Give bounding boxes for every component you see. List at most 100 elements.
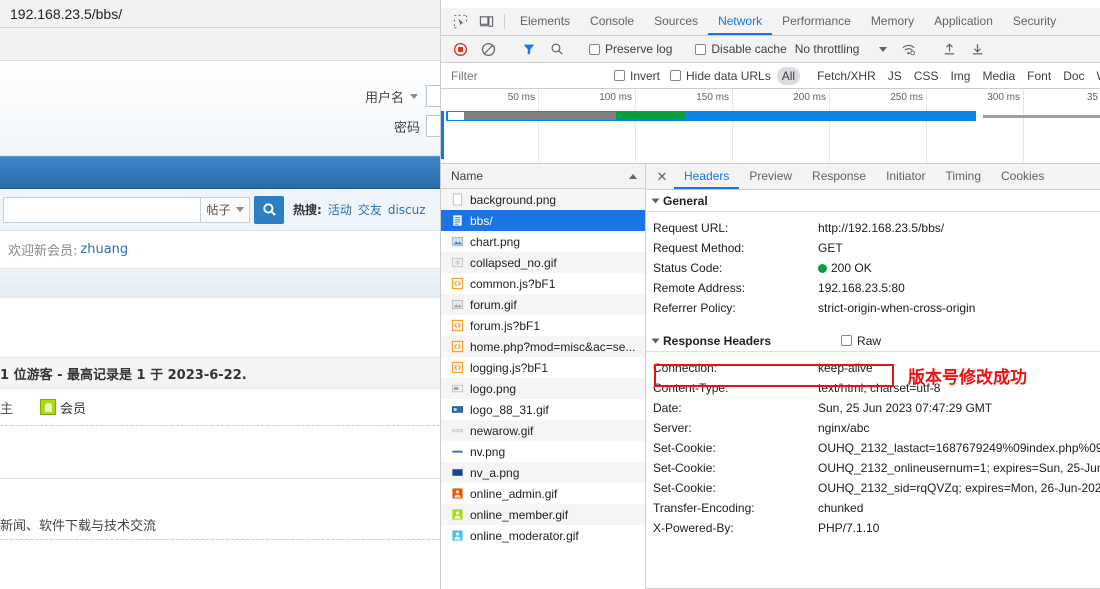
request-name: home.php?mod=misc&ac=se... (470, 339, 636, 354)
filter-type-doc[interactable]: Doc (1058, 67, 1089, 85)
request-row[interactable]: online_admin.gif (441, 483, 645, 504)
checkbox-box (695, 43, 707, 55)
invert-checkbox[interactable]: Invert (610, 69, 664, 83)
timeline-bar-tail (983, 115, 1100, 118)
forum-navbar[interactable] (0, 156, 440, 189)
filter-input[interactable] (449, 67, 608, 84)
request-name: online_moderator.gif (470, 528, 579, 543)
import-har-icon[interactable] (936, 42, 962, 57)
raw-label: Raw (857, 333, 882, 348)
detail-tab-headers[interactable]: Headers (674, 164, 740, 189)
request-row[interactable]: logo_88_31.gif (441, 399, 645, 420)
filter-type-img[interactable]: Img (945, 67, 975, 85)
chevron-down-icon (879, 46, 888, 52)
header-row: Status Code: 200 OK (646, 258, 1100, 278)
filter-type-js[interactable]: JS (883, 67, 907, 85)
request-list-header[interactable]: Name (441, 164, 645, 189)
welcome-username-link[interactable]: zhuang (80, 242, 128, 257)
search-button[interactable] (254, 195, 284, 224)
request-row[interactable]: common.js?bF1 (441, 273, 645, 294)
request-list-body: background.png bbs/ chart.png collapsed_… (441, 189, 645, 589)
devtools-topbar (441, 0, 1100, 8)
close-icon[interactable]: ✕ (650, 164, 674, 189)
request-row[interactable]: background.png (441, 189, 645, 210)
chevron-down-icon[interactable] (410, 93, 418, 99)
image-icon (452, 429, 463, 433)
request-row[interactable]: home.php?mod=misc&ac=se... (441, 336, 645, 357)
device-toolbar-icon[interactable] (473, 8, 499, 35)
hot-link-huodong[interactable]: 活动 (328, 201, 352, 218)
filter-type-ws[interactable]: WS (1092, 67, 1100, 85)
network-timeline-overview[interactable]: 50 ms 100 ms 150 ms 200 ms 250 ms 300 ms… (441, 89, 1100, 164)
network-conditions-icon[interactable] (895, 42, 921, 57)
inspect-element-icon[interactable] (447, 8, 473, 35)
tab-performance[interactable]: Performance (772, 8, 861, 35)
preserve-log-checkbox[interactable]: Preserve log (585, 42, 676, 56)
username-input[interactable] (426, 85, 440, 107)
forum-content-spacer (0, 298, 440, 358)
header-key: Referrer Policy: (653, 301, 736, 315)
filter-type-font[interactable]: Font (1022, 67, 1056, 85)
request-row[interactable]: forum.js?bF1 (441, 315, 645, 336)
detail-tab-initiator[interactable]: Initiator (876, 164, 935, 189)
forum-page: 用户名 密码 帖子 热搜: 活动 交友 discuz 欢迎新会员: zhuang… (0, 28, 440, 589)
request-row[interactable]: nv_a.png (441, 462, 645, 483)
search-input[interactable] (3, 196, 200, 223)
filter-type-media[interactable]: Media (977, 67, 1020, 85)
export-har-icon[interactable] (964, 42, 990, 57)
tab-sources[interactable]: Sources (644, 8, 708, 35)
tab-application[interactable]: Application (924, 8, 1003, 35)
tab-console[interactable]: Console (580, 8, 644, 35)
general-section-header[interactable]: General (646, 190, 1100, 212)
response-headers-section-header[interactable]: Response Headers Raw (646, 330, 1100, 352)
filter-type-css[interactable]: CSS (909, 67, 944, 85)
request-row[interactable]: chart.png (441, 231, 645, 252)
request-row[interactable]: newarow.gif (441, 420, 645, 441)
search-icon[interactable] (544, 42, 570, 56)
hide-data-urls-checkbox[interactable]: Hide data URLs (666, 69, 775, 83)
checkbox-box (614, 70, 625, 81)
detail-tab-preview[interactable]: Preview (739, 164, 802, 189)
filter-type-all[interactable]: All (776, 66, 801, 85)
request-row[interactable]: online_moderator.gif (441, 525, 645, 546)
clear-button[interactable] (475, 42, 501, 57)
header-row: Connection: keep-alive (646, 358, 1100, 378)
request-row[interactable]: logging.js?bF1 (441, 357, 645, 378)
header-row: Set-Cookie: OUHQ_2132_lastact=1687679249… (646, 438, 1100, 458)
tab-elements[interactable]: Elements (510, 8, 580, 35)
forum-description: 新闻、软件下载与技术交流 (0, 518, 157, 534)
record-button[interactable] (447, 42, 473, 57)
tab-memory[interactable]: Memory (861, 8, 924, 35)
throttling-select[interactable]: No throttling (793, 42, 888, 56)
disable-cache-checkbox[interactable]: Disable cache (691, 42, 790, 56)
filter-funnel-icon[interactable] (516, 42, 542, 56)
detail-tab-timing[interactable]: Timing (935, 164, 991, 189)
request-name: online_member.gif (470, 507, 569, 522)
hot-link-jiaoyou[interactable]: 交友 (358, 201, 382, 218)
request-row[interactable]: collapsed_no.gif (441, 252, 645, 273)
request-row[interactable]: nv.png (441, 441, 645, 462)
request-row[interactable]: bbs/ (441, 210, 645, 231)
request-row[interactable]: logo.png (441, 378, 645, 399)
request-row[interactable]: online_member.gif (441, 504, 645, 525)
raw-checkbox[interactable]: Raw (841, 334, 881, 348)
hot-link-discuz[interactable]: discuz (388, 203, 426, 217)
column-name-label: Name (451, 169, 484, 183)
request-row[interactable]: forum.gif (441, 294, 645, 315)
sort-asc-icon (629, 173, 637, 179)
header-row: Remote Address: 192.168.23.5:80 (646, 278, 1100, 298)
timeline-bar-waiting (685, 112, 973, 120)
header-value: PHP/7.1.10 (818, 521, 880, 535)
header-row: Referrer Policy: strict-origin-when-cros… (646, 298, 1100, 318)
tab-network[interactable]: Network (708, 8, 773, 35)
detail-tab-response[interactable]: Response (802, 164, 876, 189)
timeline-tick-label: 50 ms (507, 92, 535, 103)
detail-tab-cookies[interactable]: Cookies (991, 164, 1054, 189)
tab-security[interactable]: Security (1003, 8, 1066, 35)
request-name: online_admin.gif (470, 486, 558, 501)
search-scope-select[interactable]: 帖子 (200, 196, 250, 223)
filter-type-fetch-xhr[interactable]: Fetch/XHR (812, 67, 881, 85)
header-row: X-Powered-By: PHP/7.1.10 (646, 518, 1100, 538)
url-bar[interactable]: 192.168.23.5/bbs/ (0, 0, 440, 28)
password-input[interactable] (426, 115, 440, 137)
